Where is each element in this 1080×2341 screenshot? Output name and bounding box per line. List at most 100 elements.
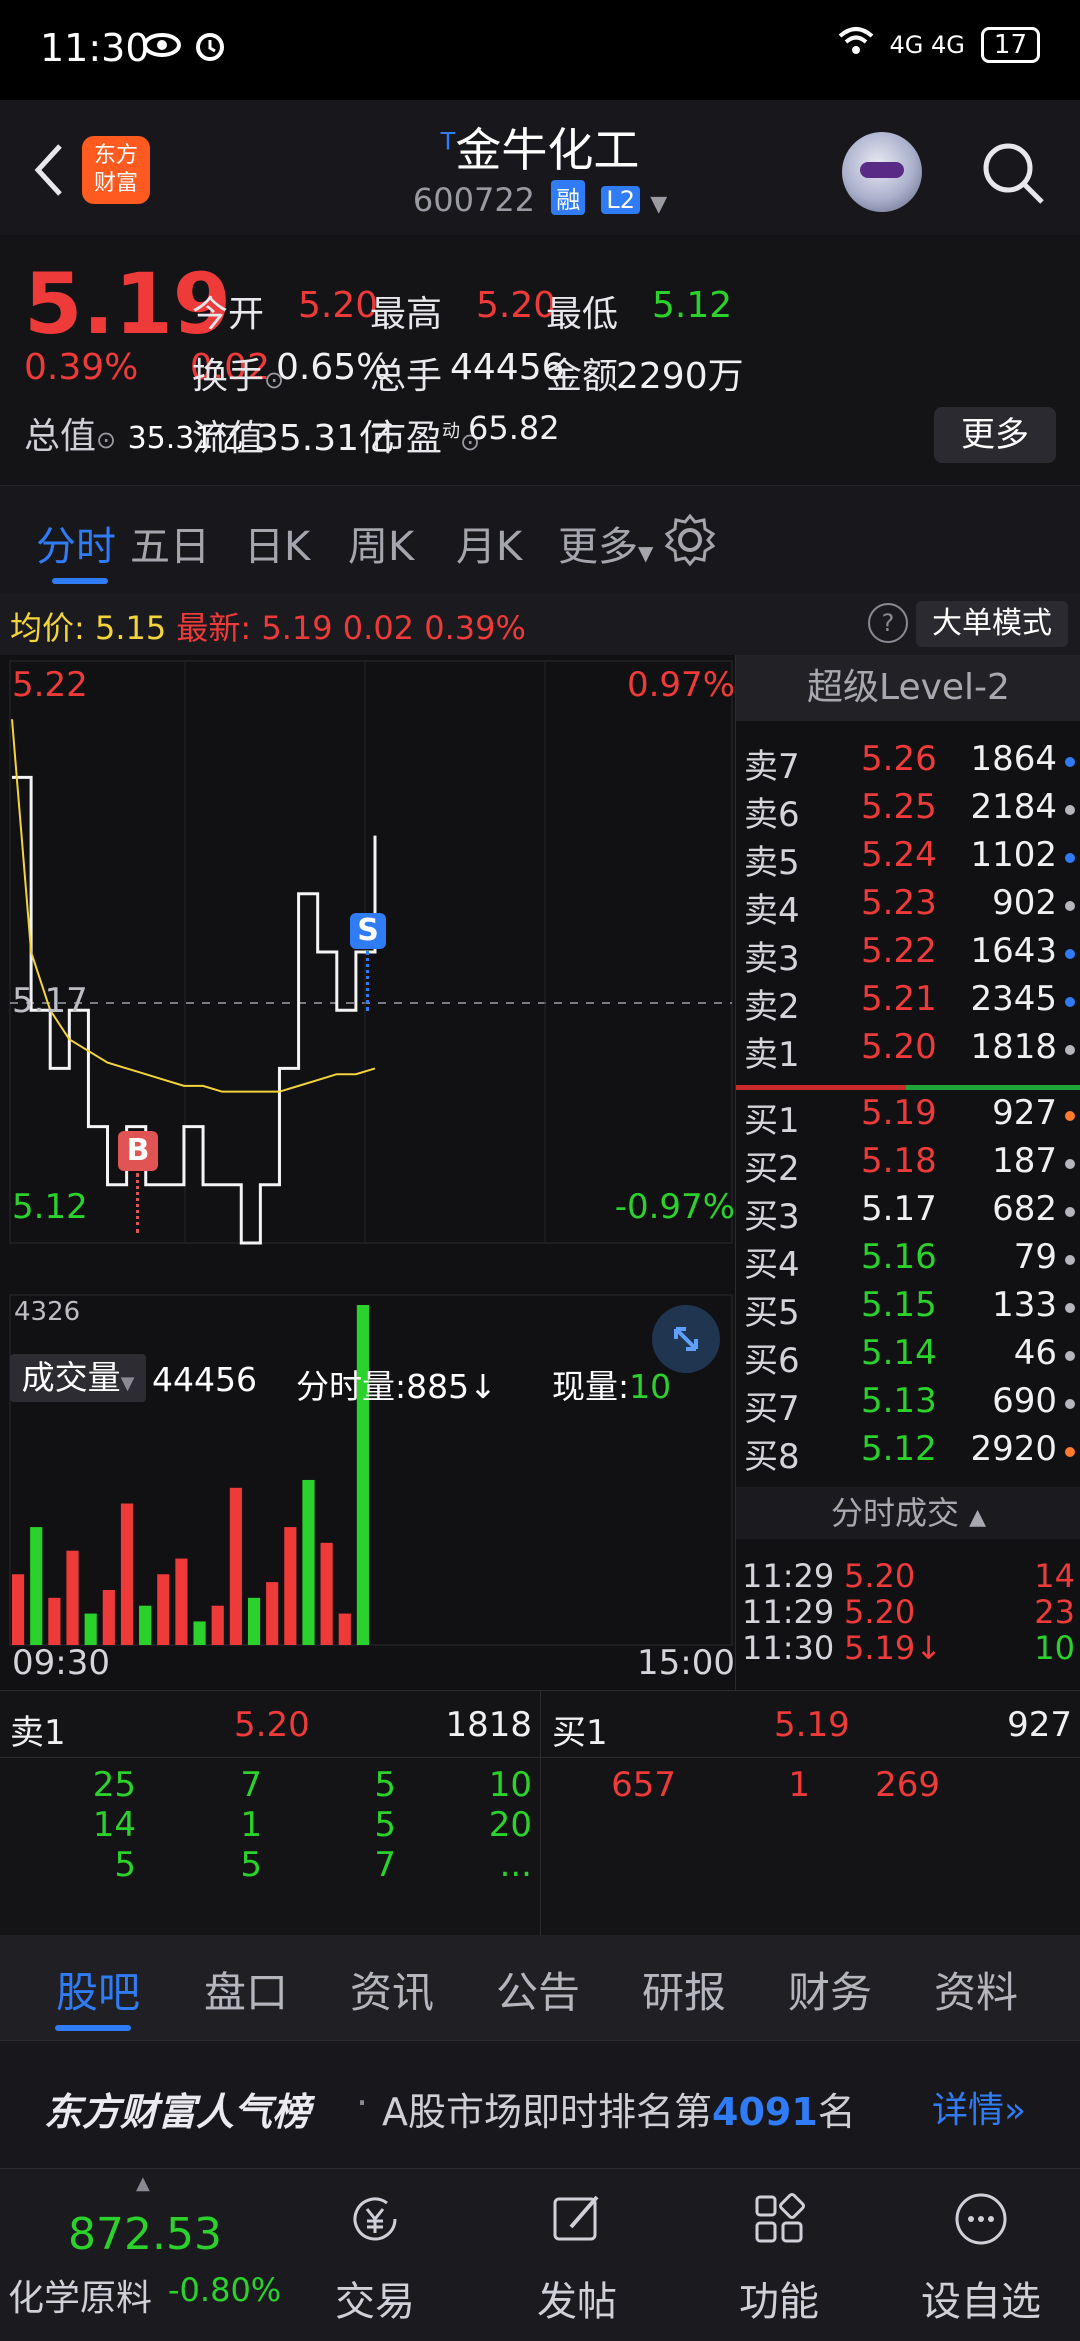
tab-intraday[interactable]: 分时 (36, 514, 116, 572)
volume-bar-mark (157, 1574, 170, 1645)
tab-forum[interactable]: 股吧 (56, 1959, 140, 2020)
nav-add-watchlist-label: 设自选 (921, 2279, 1041, 2325)
ask-level: 卖7 (744, 747, 800, 787)
dropdown-icon: ▼ (650, 192, 668, 217)
active-tab-indicator (55, 2025, 131, 2031)
ask-row[interactable]: 卖7 5.26 1864 (736, 739, 1080, 787)
bid-row[interactable]: 买4 5.16 79 (736, 1237, 1080, 1285)
trade-volume: 23 (1034, 1593, 1075, 1631)
bid-price: 5.17 (861, 1189, 937, 1229)
ask-row[interactable]: 卖3 5.22 1643 (736, 931, 1080, 979)
tab-financials[interactable]: 财务 (788, 1959, 872, 2020)
order-dot-icon (1065, 1207, 1075, 1217)
active-tab-indicator (52, 578, 108, 584)
tab-announcements[interactable]: 公告 (496, 1959, 580, 2020)
tab-monthly-k[interactable]: 月K (456, 514, 522, 572)
tab-news[interactable]: 资讯 (350, 1959, 434, 2020)
sell-marker-icon[interactable]: S (350, 913, 386, 949)
bid-price: 5.19 (861, 1093, 937, 1133)
tab-weekly-k[interactable]: 周K (348, 514, 414, 572)
ask-volume: 1864 (970, 739, 1057, 779)
info-icon[interactable]: ⊙ (96, 426, 116, 454)
ask-row[interactable]: 卖2 5.21 2345 (736, 979, 1080, 1027)
settings-gear-icon[interactable] (662, 512, 718, 572)
bid-volume: 690 (992, 1381, 1057, 1421)
separator: · (356, 2081, 369, 2125)
index-widget[interactable]: ▲ 872.53 化学原料 -0.80% (0, 2169, 290, 2341)
double-chevron-right-icon: » (1004, 2090, 1027, 2131)
latest-label: 最新: (176, 609, 252, 647)
queue-ask-cell: ... (499, 1845, 532, 1885)
float-label: 流值 (192, 418, 265, 459)
stock-code: 600722 (412, 181, 536, 219)
total-volume: 44456 (152, 1360, 257, 1399)
ask-row[interactable]: 卖4 5.23 902 (736, 883, 1080, 931)
nav-functions[interactable]: 功能 (694, 2169, 864, 2341)
trade-time: 11:30 (742, 1629, 835, 1667)
nav-post[interactable]: 发帖 (492, 2169, 662, 2341)
tab-five-day[interactable]: 五日 (130, 514, 210, 572)
intraday-chart[interactable]: 5.22 0.97% 5.17 5.12 -0.97% S B 4326 09:… (0, 655, 735, 1690)
index-name: 化学原料 (8, 2278, 153, 2319)
bid-row[interactable]: 买8 5.12 2920 (736, 1429, 1080, 1477)
tab-more[interactable]: 更多▼ (558, 514, 653, 572)
price-info-bar: 均价: 5.15 最新: 5.19 0.02 0.39% ? 大单模式 (0, 593, 1080, 655)
title-prefix: T (440, 127, 456, 156)
ask-row[interactable]: 卖5 5.24 1102 (736, 835, 1080, 883)
ask-price: 5.24 (861, 835, 937, 875)
big-order-mode-button[interactable]: 大单模式 (916, 601, 1068, 647)
avg-value: 5.15 (94, 609, 167, 647)
volume-bar-mark (338, 1613, 351, 1645)
bid-row[interactable]: 买6 5.14 46 (736, 1333, 1080, 1381)
tick-volume: 分时量:885↓ (296, 1367, 497, 1406)
bid-level: 买3 (744, 1197, 800, 1237)
queue-ask-cell: 5 (374, 1765, 396, 1805)
volume-bar-mark (84, 1613, 97, 1645)
chart-canvas (9, 660, 733, 1646)
order-dot-icon (1065, 853, 1075, 863)
ask-price: 5.20 (861, 1027, 937, 1067)
search-icon[interactable] (978, 138, 1048, 208)
trades-header[interactable]: 分时成交 ▲ (736, 1487, 1080, 1539)
bid-row[interactable]: 买1 5.19 927 (736, 1093, 1080, 1141)
help-icon[interactable]: ? (868, 603, 908, 643)
alarm-icon (192, 28, 228, 68)
open-label: 今开 (192, 294, 265, 335)
bid-row[interactable]: 买5 5.15 133 (736, 1285, 1080, 1333)
buy-marker-icon[interactable]: B (118, 1131, 158, 1171)
volume-selector[interactable]: 成交量▼ (10, 1354, 146, 1402)
queue-ask-price: 5.20 (234, 1705, 310, 1745)
tab-daily-k[interactable]: 日K (244, 514, 310, 572)
tab-research[interactable]: 研报 (642, 1959, 726, 2020)
level2-tag: L2 (601, 186, 641, 214)
nav-trade[interactable]: 交易 (290, 2169, 460, 2341)
bid-row[interactable]: 买3 5.17 682 (736, 1189, 1080, 1237)
popularity-banner[interactable]: 东方财富人气榜 · A股市场即时排名第4091名 详情» (0, 2040, 1080, 2169)
info-tabs: 股吧 盘口 资讯 公告 研报 财务 资料 (0, 1935, 1080, 2040)
trade-time: 11:29 (742, 1557, 835, 1595)
order-queue: 卖1 5.20 1818 买1 5.19 927 25 7 5 10 14 1 5 20 5 5 7… (0, 1690, 1080, 1936)
tab-profile[interactable]: 资料 (934, 1959, 1018, 2020)
bid-volume: 2920 (970, 1429, 1057, 1469)
ask-row[interactable]: 卖6 5.25 2184 (736, 787, 1080, 835)
time-end: 15:00 (637, 1643, 735, 1683)
trade-volume: 14 (1034, 1557, 1075, 1595)
chart-tabs: 分时 五日 日K 周K 月K 更多▼ (0, 485, 1080, 594)
bid-volume: 682 (992, 1189, 1057, 1229)
nav-add-watchlist[interactable]: 设自选 (896, 2169, 1066, 2341)
order-book: 超级Level-2 卖7 5.26 1864 卖6 5.25 2184 卖5 5.24 1102… (735, 655, 1080, 1690)
ask-row[interactable]: 卖1 5.20 1818 (736, 1027, 1080, 1075)
level2-header[interactable]: 超级Level-2 (736, 655, 1080, 721)
margin-tag: 融 (551, 180, 586, 215)
detail-link[interactable]: 详情» (932, 2081, 1026, 2133)
queue-ask-cell: 5 (240, 1845, 262, 1885)
tab-orderbook[interactable]: 盘口 (204, 1959, 288, 2020)
bid-row[interactable]: 买7 5.13 690 (736, 1381, 1080, 1429)
more-button[interactable]: 更多 (934, 407, 1056, 463)
assistant-robot-icon[interactable] (842, 132, 922, 212)
bid-row[interactable]: 买2 5.18 187 (736, 1141, 1080, 1189)
order-dot-icon (1065, 949, 1075, 959)
order-dot-icon (1065, 1447, 1075, 1457)
bid-volume: 133 (992, 1285, 1057, 1325)
nav-post-label: 发帖 (537, 2279, 617, 2325)
